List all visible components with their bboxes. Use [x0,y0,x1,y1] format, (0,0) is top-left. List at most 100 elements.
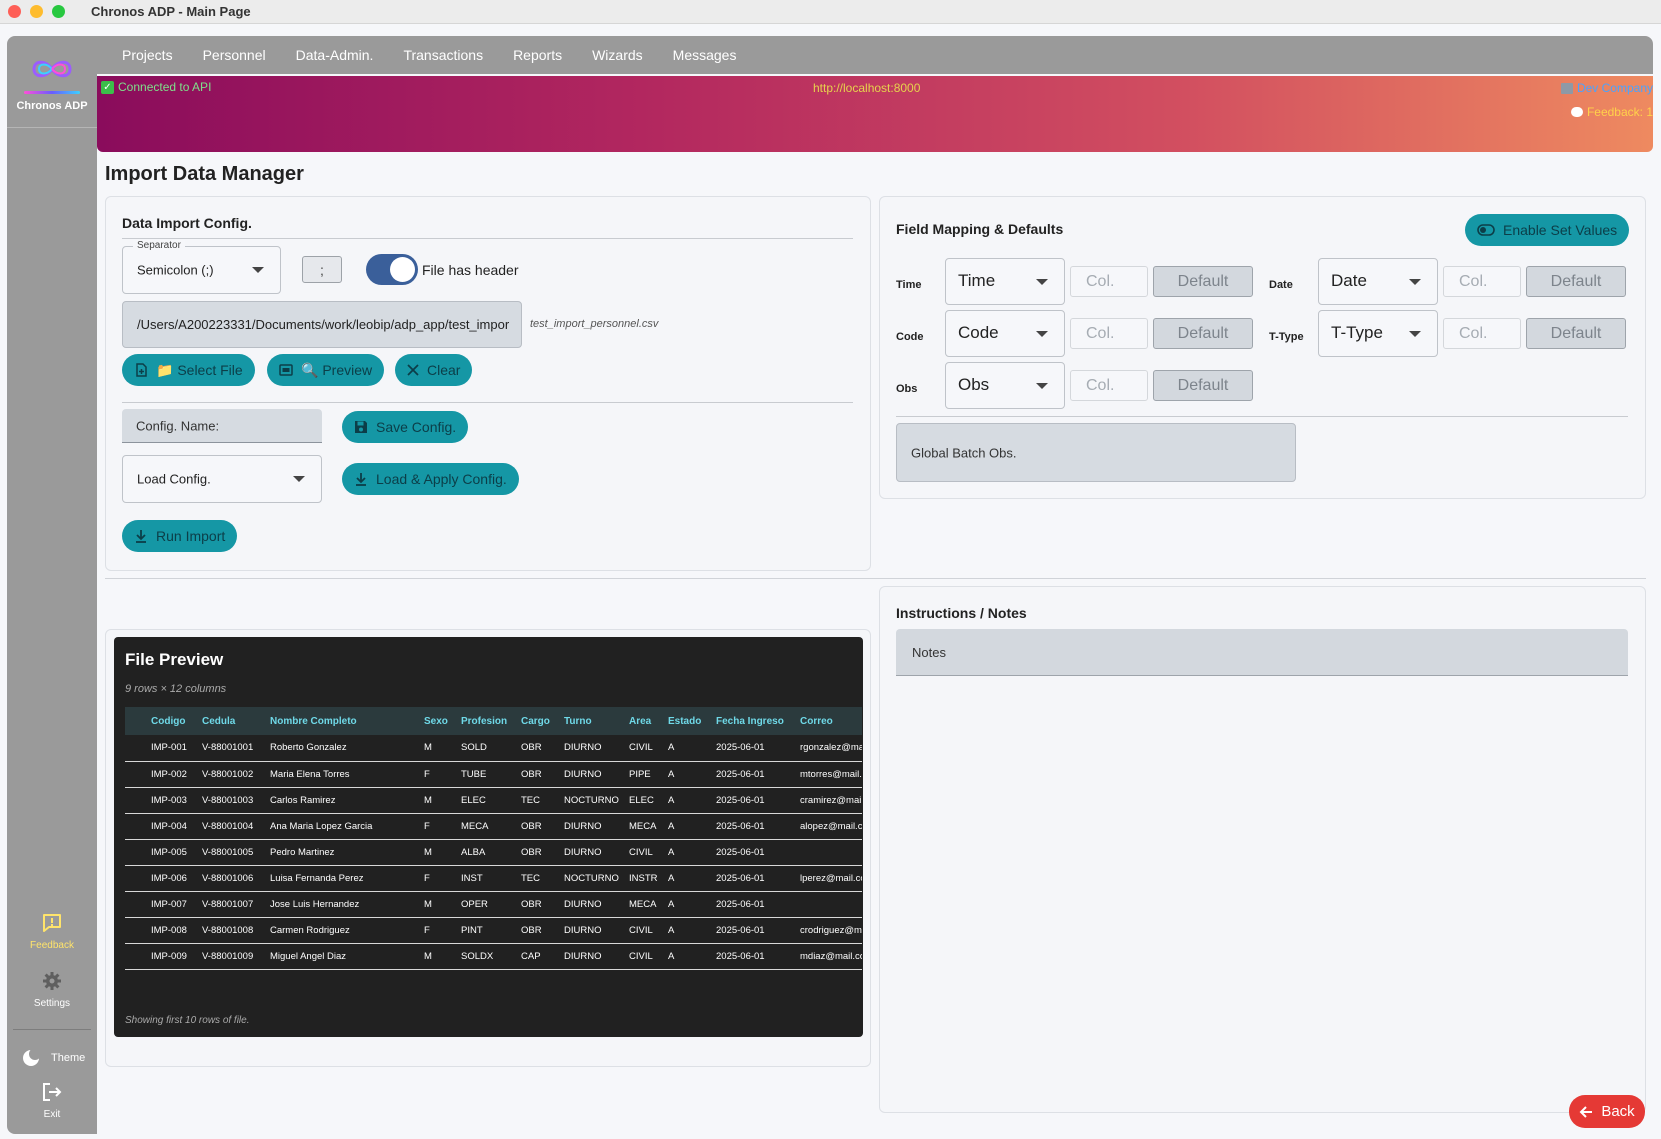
nav-messages[interactable]: Messages [658,47,752,63]
sidebar-exit-label: Exit [43,1109,61,1120]
code-select[interactable]: Code [945,310,1065,357]
nav-wizards[interactable]: Wizards [577,47,658,63]
row-index-cell [125,917,149,944]
date-select[interactable]: Date [1318,258,1438,305]
t-type-select[interactable]: T-Type [1318,310,1438,357]
time-col-input[interactable]: Col. [1070,266,1148,297]
preview-header-row: Codigo Cedula Nombre Completo Sexo Profesion… [125,707,862,735]
minimize-window-button[interactable] [30,5,43,18]
table-cell [798,891,862,918]
window-body: Chronos ADP Feedback Settings Theme Exit… [0,24,1661,1139]
table-cell: A [666,943,714,970]
separator-char-input[interactable]: ; [302,256,342,283]
select-file-button[interactable]: 📁 Select File [122,354,255,386]
preview-column-header: Codigo [149,707,200,735]
save-config-button[interactable]: Save Config. [342,411,469,443]
brand-logo: Chronos ADP [7,50,97,128]
chevron-down-icon [1036,382,1048,389]
table-cell: OBR [519,839,562,866]
global-batch-obs-input[interactable]: Global Batch Obs. [896,423,1296,482]
preview-table: Codigo Cedula Nombre Completo Sexo Profesion… [125,707,862,970]
save-icon [355,421,367,433]
load-config-select[interactable]: Load Config. [122,455,322,503]
sidebar-item-feedback[interactable]: Feedback [7,912,97,951]
table-cell: A [666,735,714,762]
time-select[interactable]: Time [945,258,1065,305]
preview-column-header: Estado [666,707,714,735]
nav-data-admin[interactable]: Data-Admin. [281,47,389,63]
table-row: IMP-007 V-88001007 Jose Luis Hernandez M OPE… [125,891,862,918]
arrow-left-icon [1579,1105,1593,1118]
table-cell: TEC [519,865,562,892]
table-cell: ALBA [459,839,519,866]
back-label: Back [1601,1103,1635,1120]
obs-col-input[interactable]: Col. [1070,370,1148,401]
table-cell: IMP-002 [149,761,200,788]
preview-column-header: Profesion [459,707,519,735]
table-cell: CIVIL [627,839,666,866]
obs-select[interactable]: Obs [945,362,1065,409]
table-cell: V-88001005 [200,839,268,866]
sidebar-settings-label: Settings [33,998,71,1009]
table-cell: mtorres@mail.com [798,761,862,788]
load-apply-config-button[interactable]: Load & Apply Config. [342,463,519,495]
config-name-input[interactable]: Config. Name: [122,409,322,443]
file-path-field[interactable]: /Users/A200223331/Documents/work/leobip/… [122,301,522,348]
nav-reports[interactable]: Reports [498,47,577,63]
sidebar-item-exit[interactable]: Exit [7,1081,97,1120]
back-button[interactable]: Back [1569,1095,1645,1128]
preview-column-header: Sexo [422,707,459,735]
obs-default-input[interactable]: Default [1153,370,1253,401]
close-window-button[interactable] [8,5,21,18]
notes-input[interactable]: Notes [896,629,1628,676]
preview-table-body: IMP-001 V-88001001 Roberto Gonzalez M SOLD OB… [125,735,862,970]
company-link[interactable]: Dev Company [1560,81,1653,95]
table-cell: DIURNO [562,891,627,918]
table-cell: OPER [459,891,519,918]
table-cell: A [666,839,714,866]
table-cell: V-88001002 [200,761,268,788]
date-default-input[interactable]: Default [1526,266,1626,297]
table-cell: M [422,891,459,918]
enable-set-values-button[interactable]: Enable Set Values [1465,214,1630,246]
table-cell: A [666,813,714,840]
code-default-input[interactable]: Default [1153,318,1253,349]
table-cell: IMP-004 [149,813,200,840]
feedback-count-link[interactable]: Feedback: 1 [1570,105,1653,119]
table-cell: Carmen Rodriguez [268,917,422,944]
t-type-col-input[interactable]: Col. [1443,318,1521,349]
run-import-button[interactable]: Run Import [122,520,238,552]
maximize-window-button[interactable] [52,5,65,18]
table-row: IMP-002 V-88001002 Maria Elena Torres F TUBE… [125,761,862,788]
preview-button[interactable]: 🔍 Preview [267,354,385,386]
code-col-input[interactable]: Col. [1070,318,1148,349]
table-cell: DIURNO [562,735,627,762]
global-batch-obs-placeholder: Global Batch Obs. [911,445,1017,460]
import-config-title: Data Import Config. [122,215,252,231]
table-cell: ELEC [627,787,666,814]
table-cell: M [422,839,459,866]
chevron-down-icon [1409,330,1421,337]
mapping-divider [896,416,1628,417]
theme-toggle[interactable]: Theme [21,1048,85,1068]
nav-transactions[interactable]: Transactions [388,47,498,63]
table-cell: A [666,917,714,944]
connection-status-text: Connected to API [118,80,212,94]
date-col-input[interactable]: Col. [1443,266,1521,297]
table-cell: 2025-06-01 [714,943,798,970]
table-cell: DIURNO [562,813,627,840]
table-cell: MECA [627,813,666,840]
separator-select[interactable]: Separator Semicolon (;) [122,240,281,294]
table-cell: INST [459,865,519,892]
nav-personnel[interactable]: Personnel [188,47,281,63]
t-type-default-input[interactable]: Default [1526,318,1626,349]
run-import-label: Run Import [156,528,226,544]
clear-button[interactable]: Clear [395,354,473,386]
separator-label: Separator [133,240,185,251]
time-default-input[interactable]: Default [1153,266,1253,297]
nav-projects[interactable]: Projects [107,47,188,63]
sidebar-item-settings[interactable]: Settings [7,970,97,1009]
table-cell: SOLD [459,735,519,762]
table-cell: Maria Elena Torres [268,761,422,788]
has-header-toggle[interactable] [366,254,418,285]
